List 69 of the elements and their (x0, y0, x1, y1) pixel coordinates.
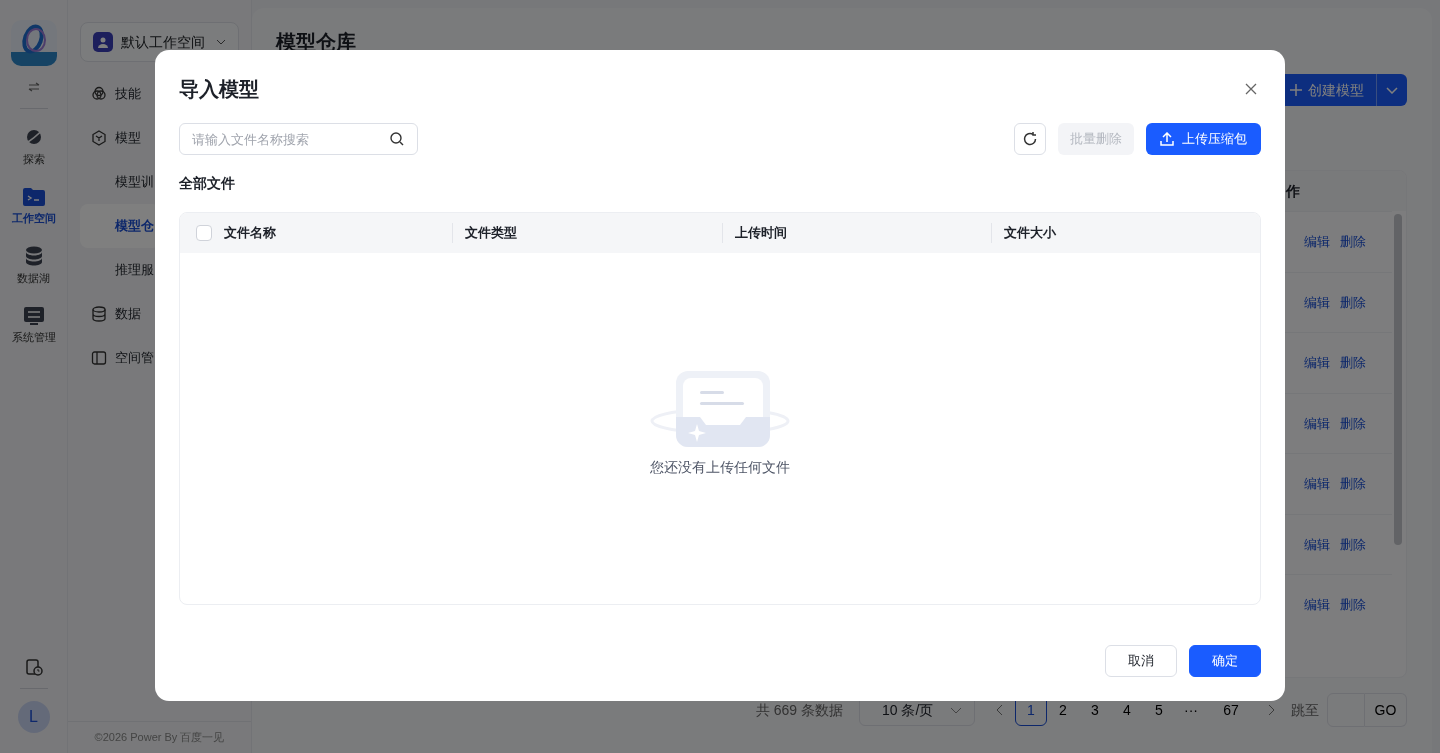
action-link[interactable]: 编辑 (1304, 534, 1330, 554)
scrollbar[interactable] (1394, 214, 1402, 545)
page-button[interactable]: 2 (1047, 694, 1079, 726)
history-icon[interactable] (24, 658, 43, 676)
action-link[interactable]: 编辑 (1304, 353, 1330, 373)
action-link[interactable]: 编辑 (1304, 474, 1330, 494)
column-header: 文件名称 (224, 224, 276, 243)
action-link[interactable]: 编辑 (1304, 595, 1330, 615)
chevron-left-icon (995, 704, 1003, 716)
rail-nav-item[interactable]: 工作空间 (11, 187, 56, 226)
cube-icon (91, 130, 107, 146)
cancel-button[interactable]: 取消 (1105, 645, 1177, 677)
action-link[interactable]: 删除 (1340, 413, 1366, 433)
sidebar-item[interactable]: 模型训 (80, 160, 160, 204)
action-link[interactable]: 删除 (1340, 353, 1366, 373)
section-title: 全部文件 (179, 174, 236, 193)
upload-button[interactable]: 上传压缩包 (1146, 123, 1261, 155)
action-link[interactable]: 删除 (1340, 595, 1366, 615)
refresh-icon (1022, 131, 1038, 147)
page-button[interactable]: 4 (1111, 694, 1143, 726)
switch-icon[interactable] (27, 82, 40, 92)
rail-nav-item[interactable]: 系统管理 (11, 306, 56, 345)
search-field[interactable]: 请输入文件名称搜索 (179, 123, 418, 155)
sidebar-item[interactable]: 模型 (80, 116, 147, 160)
go-button[interactable]: GO (1365, 693, 1407, 727)
jump-label: 跳至 (1291, 700, 1319, 720)
action-link[interactable]: 编辑 (1304, 292, 1330, 312)
user-avatar[interactable]: L (17, 701, 50, 733)
action-link[interactable]: 删除 (1340, 292, 1366, 312)
sidebar-item[interactable]: 技能 (80, 72, 147, 116)
action-link[interactable]: 删除 (1340, 232, 1366, 252)
settings-panel-icon (23, 306, 44, 325)
column-header: 作 (1286, 181, 1300, 201)
user-icon (98, 36, 108, 48)
action-link[interactable]: 删除 (1340, 534, 1366, 554)
total-count-text: 共 669 条数据 (755, 700, 843, 720)
dialog-title: 导入模型 (179, 76, 259, 101)
action-link[interactable]: 删除 (1340, 474, 1366, 494)
column-header: 文件大小 (1003, 224, 1056, 243)
confirm-button[interactable]: 确定 (1189, 645, 1261, 677)
plus-icon (1290, 84, 1302, 96)
book-icon (91, 350, 107, 366)
terminal-folder-icon (22, 187, 45, 206)
upload-icon (1160, 132, 1174, 146)
sidebar-item[interactable]: 数据 (80, 292, 147, 336)
sidebar-item[interactable]: 空间管 (80, 336, 160, 380)
rail-nav-item[interactable]: 探索 (22, 127, 45, 168)
page-button[interactable]: 3 (1079, 694, 1111, 726)
rail-nav-item[interactable]: 数据湖 (17, 246, 50, 287)
database-icon (24, 246, 43, 266)
chevron-down-icon (950, 706, 962, 714)
empty-state-text: 您还没有上传任何文件 (650, 458, 790, 477)
column-header: 文件类型 (465, 224, 518, 243)
search-icon (390, 132, 404, 146)
chevron-down-icon (216, 39, 226, 45)
page-button[interactable]: ··· (1175, 694, 1207, 726)
page-button[interactable]: 67 (1207, 694, 1255, 726)
cloud-ring-icon (91, 86, 107, 102)
select-all-checkbox[interactable] (196, 225, 212, 241)
action-link[interactable]: 编辑 (1304, 413, 1330, 433)
page-button[interactable]: 5 (1143, 694, 1175, 726)
database-outline-icon (91, 306, 107, 322)
sidebar-item[interactable]: 推理服 (80, 248, 160, 292)
column-header: 上传时间 (734, 224, 787, 243)
chevron-right-icon (1267, 704, 1275, 716)
refresh-button[interactable] (1014, 123, 1046, 155)
close-icon (1245, 83, 1257, 96)
action-link[interactable]: 编辑 (1304, 232, 1330, 252)
chevron-down-icon (1386, 86, 1398, 94)
